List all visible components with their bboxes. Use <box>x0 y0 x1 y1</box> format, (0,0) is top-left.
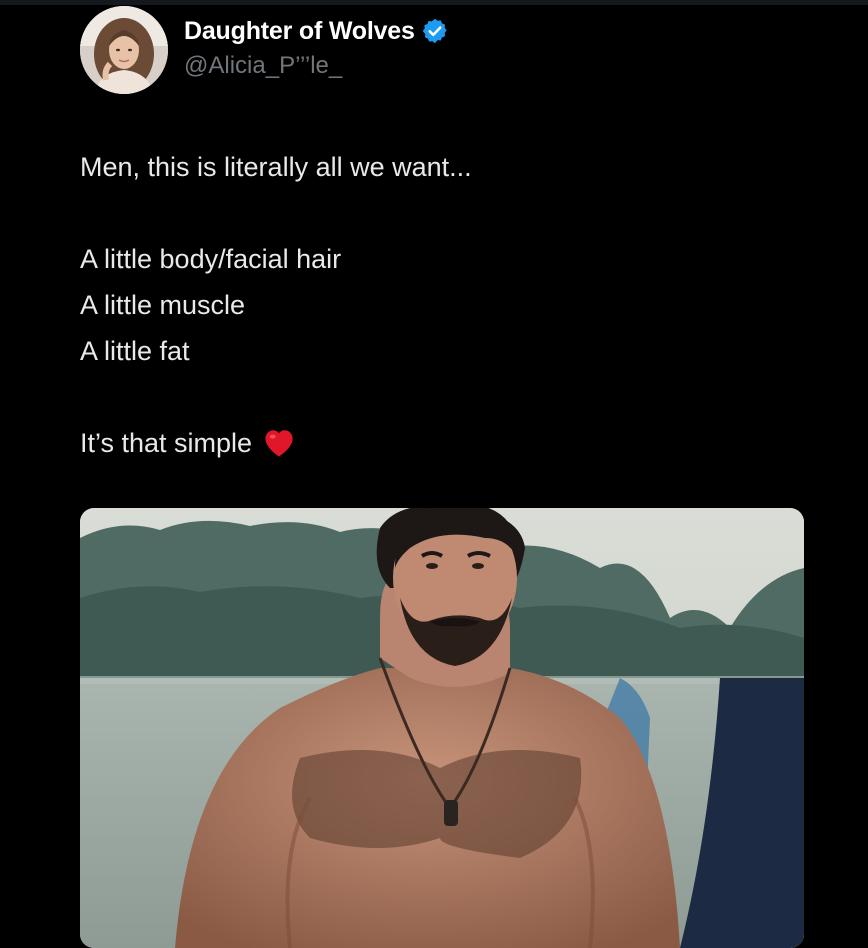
photo-shirtless-bearded-man <box>80 508 804 948</box>
tweet-text-line: Men, this is literally all we want... <box>80 152 472 182</box>
red-heart-icon <box>260 423 298 461</box>
tweet-text-line: It’s that simple <box>80 428 253 458</box>
author-avatar[interactable] <box>80 6 168 94</box>
tweet-text-line: A little fat <box>80 336 190 366</box>
verified-badge-icon <box>421 17 449 45</box>
tweet-body: Men, this is literally all we want... A … <box>80 144 820 466</box>
author-name-row: Daughter of Wolves <box>184 14 449 48</box>
author-handle[interactable]: @Alicia_P’’’le_ <box>184 52 342 80</box>
tweet-text-line: A little body/facial hair <box>80 244 342 274</box>
tweet: Daughter of Wolves @Alicia_P’’’le_ Men, … <box>0 0 868 948</box>
avatar-photo-icon <box>80 6 168 94</box>
author-display-name[interactable]: Daughter of Wolves <box>184 17 415 46</box>
tweet-media-photo[interactable] <box>80 508 804 948</box>
tweet-text-line-with-emoji: It’s that simple <box>80 420 820 466</box>
tweet-text-line: A little muscle <box>80 290 246 320</box>
